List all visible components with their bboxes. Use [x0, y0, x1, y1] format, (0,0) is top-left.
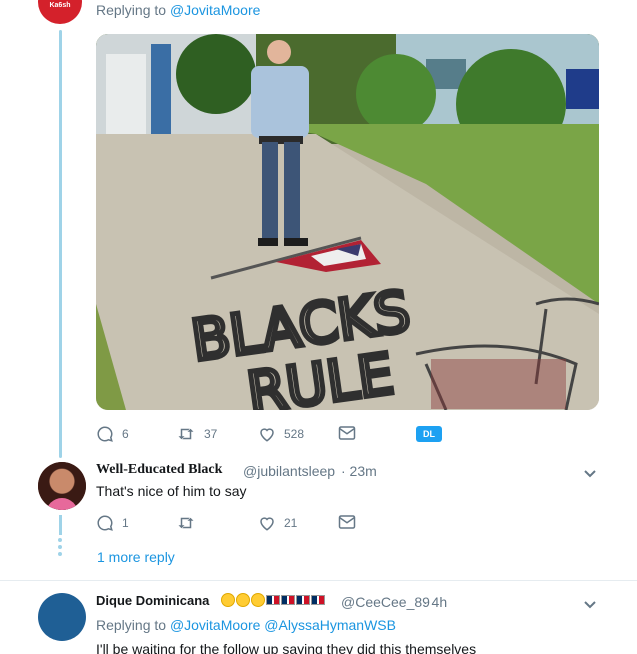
reply-icon: [97, 426, 113, 442]
display-name[interactable]: Well-Educated Black: [96, 462, 222, 478]
reply-count: 6: [122, 427, 129, 441]
retweet-count: 37: [204, 427, 218, 441]
retweet-icon: [178, 428, 194, 440]
timestamp[interactable]: · 23m: [341, 463, 377, 479]
divider: [0, 580, 637, 581]
envelope-icon: [338, 426, 356, 440]
thread-dots: [58, 538, 63, 559]
heart-icon: [260, 517, 274, 531]
dm-button[interactable]: [338, 425, 356, 441]
user-handle[interactable]: @CeeCee_89: [341, 594, 430, 610]
tweet-actions: 6 37 528 DL: [96, 425, 456, 445]
envelope-icon: [338, 515, 356, 529]
reply-button[interactable]: 6: [96, 425, 129, 443]
like-count: 528: [284, 427, 305, 441]
like-count: 21: [284, 516, 298, 530]
tweet-text: That's nice of him to say: [96, 483, 247, 499]
dominican-flag-icon: [311, 595, 325, 605]
replying-handles-link[interactable]: @JovitaMoore @AlyssaHymanWSB: [170, 617, 396, 633]
heart-icon: [260, 428, 274, 442]
monocle-face-emoji-icon: [236, 593, 250, 607]
chevron-down-icon[interactable]: [582, 465, 598, 481]
retweet-button[interactable]: [176, 514, 204, 532]
retweet-icon: [178, 517, 194, 529]
avatar[interactable]: [38, 593, 86, 641]
dominican-flag-icon: [281, 595, 295, 605]
reply-icon: [97, 515, 113, 531]
avatar-label: Ka6sh: [49, 2, 71, 9]
reply-button[interactable]: 1: [96, 514, 129, 532]
avatar[interactable]: Ka6sh: [38, 0, 82, 24]
user-handle[interactable]: @jubilantsleep: [243, 463, 335, 479]
dm-button[interactable]: [338, 514, 356, 530]
tweet-actions: 1 21: [96, 514, 456, 534]
replying-to: Replying to @JovitaMoore: [96, 2, 261, 18]
retweet-button[interactable]: 37: [176, 425, 217, 443]
replying-to: Replying to @JovitaMoore @AlyssaHymanWSB: [96, 617, 396, 633]
thread-connector-line: [59, 30, 62, 458]
reply-count: 1: [122, 516, 129, 530]
chevron-down-icon[interactable]: [582, 596, 598, 612]
dl-badge[interactable]: DL: [416, 426, 442, 442]
display-name[interactable]: Dique Dominicana: [96, 593, 209, 608]
name-emoji: [221, 593, 325, 607]
tweet-text: I'll be waiting for the follow up saying…: [96, 641, 477, 654]
timestamp[interactable]: · 4h: [423, 594, 447, 610]
dominican-flag-icon: [266, 595, 280, 605]
monocle-face-emoji-icon: [251, 593, 265, 607]
thread-connector-line-lower: [59, 515, 62, 535]
driveway-photo: BLACKS RULE: [96, 34, 599, 410]
avatar[interactable]: [38, 462, 86, 510]
more-replies-link[interactable]: 1 more reply: [97, 549, 175, 565]
like-button[interactable]: 21: [258, 514, 297, 532]
like-button[interactable]: 528: [258, 425, 304, 443]
dominican-flag-icon: [296, 595, 310, 605]
tweet-photo[interactable]: BLACKS RULE: [96, 34, 599, 410]
monocle-face-emoji-icon: [221, 593, 235, 607]
replying-handle-link[interactable]: @JovitaMoore: [170, 2, 260, 18]
